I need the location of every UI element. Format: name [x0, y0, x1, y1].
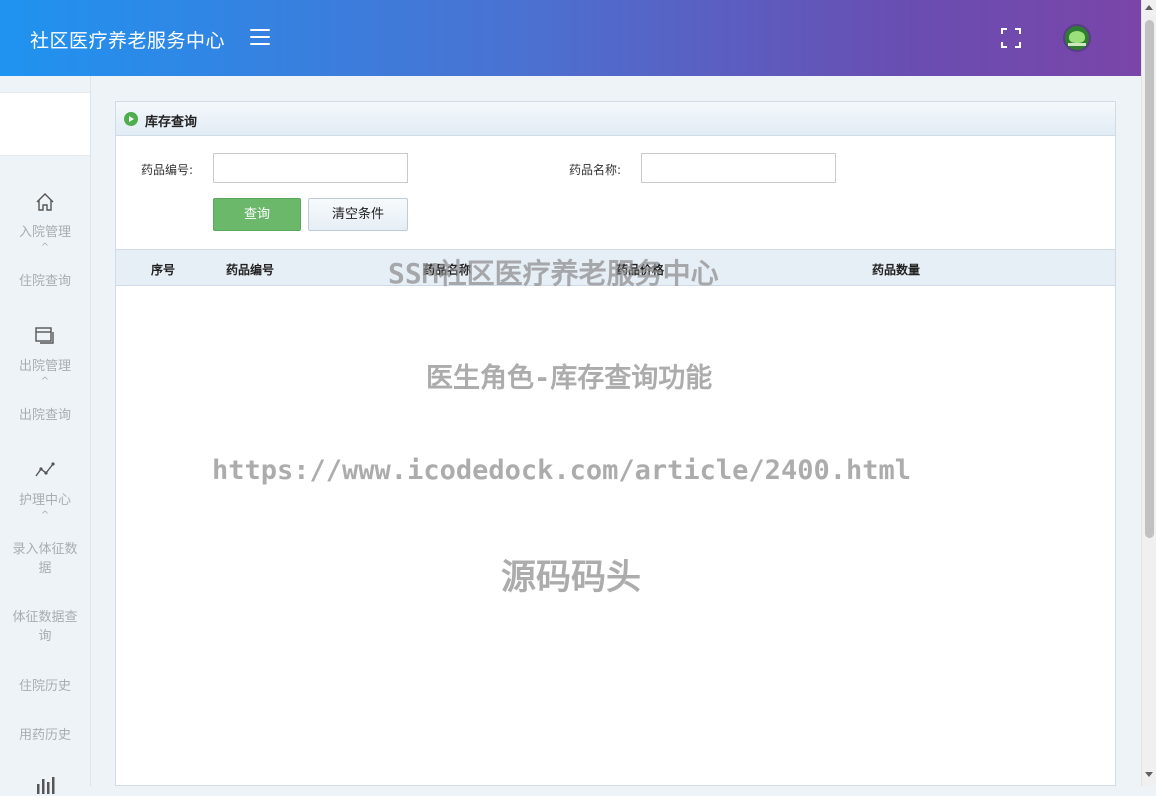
column-header[interactable]: 药品编号	[226, 261, 274, 278]
sidebar: 入院管理 ^ 住院查询 出院管理 ^ 出院查询 护理中心 ^ 录入体征数据 体征…	[0, 76, 91, 794]
line-chart-icon	[35, 462, 55, 477]
fullscreen-icon[interactable]	[1001, 28, 1021, 48]
bar-chart-icon	[37, 777, 55, 794]
inventory-query-panel: 库存查询 药品编号: 药品名称: 查询 清空条件 序号 药品编号 药品名称 药品…	[115, 101, 1116, 786]
avatar[interactable]	[1063, 24, 1091, 52]
scroll-down-icon[interactable]	[1145, 772, 1153, 777]
watermark-text: https://www.icodedock.com/article/2400.h…	[212, 455, 911, 486]
sidebar-item-vitals-entry[interactable]: 录入体征数据	[0, 540, 90, 578]
sidebar-item-discharge[interactable]: 出院管理	[0, 357, 90, 376]
home-icon	[36, 193, 54, 211]
drug-code-label: 药品编号:	[141, 163, 194, 177]
sidebar-item-inpatient-query[interactable]: 住院查询	[0, 272, 90, 291]
panel-title: 库存查询	[145, 115, 198, 130]
column-header[interactable]: 序号	[151, 261, 175, 278]
scroll-up-icon[interactable]	[1145, 5, 1153, 10]
sidebar-item-discharge-query[interactable]: 出院查询	[0, 406, 90, 425]
clear-conditions-button[interactable]: 清空条件	[308, 198, 408, 231]
drug-code-input[interactable]	[213, 153, 408, 183]
sidebar-item-nursing[interactable]: 护理中心	[0, 491, 90, 510]
chevron-up-icon: ^	[40, 242, 50, 253]
watermark-text: 源码码头	[501, 558, 642, 598]
sidebar-item-admission[interactable]: 入院管理	[0, 223, 90, 242]
sidebar-item-inpatient-history[interactable]: 住院历史	[0, 677, 90, 696]
app-title: 社区医疗养老服务中心	[30, 30, 226, 52]
sidebar-item-vitals-query[interactable]: 体征数据查询	[0, 608, 90, 646]
window-icon	[35, 327, 54, 344]
chevron-up-icon: ^	[40, 376, 50, 387]
column-header[interactable]: 药品数量	[872, 261, 920, 278]
watermark-text: SSM社区医疗养老服务中心	[388, 257, 719, 290]
play-icon	[124, 112, 138, 126]
vertical-scrollbar[interactable]	[1141, 0, 1156, 786]
chevron-up-icon: ^	[40, 510, 50, 521]
drug-name-input[interactable]	[641, 153, 836, 183]
query-button[interactable]: 查询	[213, 198, 301, 231]
drug-name-label: 药品名称:	[569, 163, 622, 177]
panel-header: 库存查询	[116, 102, 1115, 136]
scroll-thumb[interactable]	[1145, 20, 1154, 538]
menu-icon[interactable]	[250, 29, 270, 45]
watermark-text: 医生角色-库存查询功能	[426, 363, 713, 394]
top-header: 社区医疗养老服务中心	[0, 0, 1141, 76]
sidebar-user-box	[0, 92, 90, 156]
sidebar-item-medication-history[interactable]: 用药历史	[0, 726, 90, 745]
